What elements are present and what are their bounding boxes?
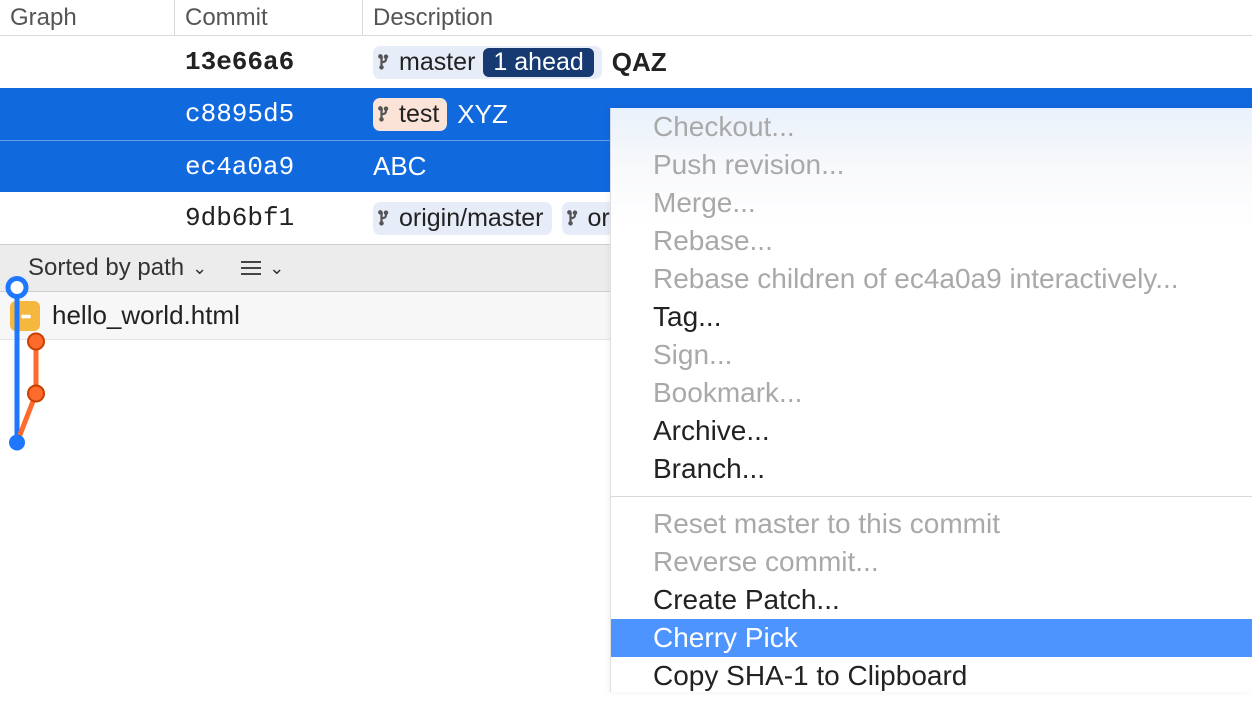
branch-icon: [377, 53, 395, 71]
menu-sign: Sign...: [611, 336, 1252, 374]
context-menu: Checkout... Push revision... Merge... Re…: [610, 108, 1252, 692]
branch-label: test: [399, 100, 439, 129]
commit-message: QAZ: [612, 47, 667, 78]
ahead-badge: 1 ahead: [483, 48, 593, 77]
menu-push-revision: Push revision...: [611, 146, 1252, 184]
menu-branch[interactable]: Branch...: [611, 450, 1252, 488]
branch-label: master: [399, 48, 475, 77]
file-icon: •••: [10, 301, 40, 331]
sort-label: Sorted by path: [28, 254, 184, 282]
menu-merge: Merge...: [611, 184, 1252, 222]
commit-hash: ec4a0a9: [175, 152, 363, 182]
menu-copy-sha[interactable]: Copy SHA-1 to Clipboard: [611, 657, 1252, 692]
branch-icon: [566, 209, 584, 227]
branch-icon: [377, 209, 395, 227]
commit-row[interactable]: 13e66a6 master 1 ahead QAZ: [0, 36, 1252, 88]
commit-hash: 13e66a6: [175, 47, 363, 77]
menu-checkout: Checkout...: [611, 108, 1252, 146]
branch-badge-origin-master[interactable]: origin/master: [373, 202, 552, 235]
file-name: hello_world.html: [52, 300, 240, 331]
header-description[interactable]: Description: [363, 0, 1252, 35]
commit-hash: c8895d5: [175, 99, 363, 129]
commit-message: ABC: [373, 151, 426, 182]
header-graph[interactable]: Graph: [0, 0, 175, 35]
menu-reset: Reset master to this commit: [611, 505, 1252, 543]
branch-icon: [377, 105, 395, 123]
chevron-down-icon: ⌄: [192, 258, 207, 279]
menu-reverse: Reverse commit...: [611, 543, 1252, 581]
menu-cherry-pick[interactable]: Cherry Pick: [611, 619, 1252, 657]
header-commit[interactable]: Commit: [175, 0, 363, 35]
sort-dropdown[interactable]: Sorted by path ⌄: [28, 254, 207, 282]
menu-bookmark: Bookmark...: [611, 374, 1252, 412]
branch-label: or: [588, 204, 610, 233]
chevron-down-icon: ⌄: [269, 258, 284, 279]
branch-badge-master[interactable]: master 1 ahead: [373, 46, 602, 79]
menu-rebase-children: Rebase children of ec4a0a9 interactively…: [611, 260, 1252, 298]
menu-create-patch[interactable]: Create Patch...: [611, 581, 1252, 619]
commit-hash: 9db6bf1: [175, 203, 363, 233]
view-mode-dropdown[interactable]: ⌄: [241, 258, 284, 279]
menu-rebase: Rebase...: [611, 222, 1252, 260]
menu-separator: [611, 496, 1252, 497]
list-icon: [241, 261, 261, 275]
menu-tag[interactable]: Tag...: [611, 298, 1252, 336]
menu-archive[interactable]: Archive...: [611, 412, 1252, 450]
branch-badge-test[interactable]: test: [373, 98, 447, 131]
commit-message: XYZ: [457, 99, 508, 130]
table-header: Graph Commit Description: [0, 0, 1252, 36]
branch-label: origin/master: [399, 204, 544, 233]
